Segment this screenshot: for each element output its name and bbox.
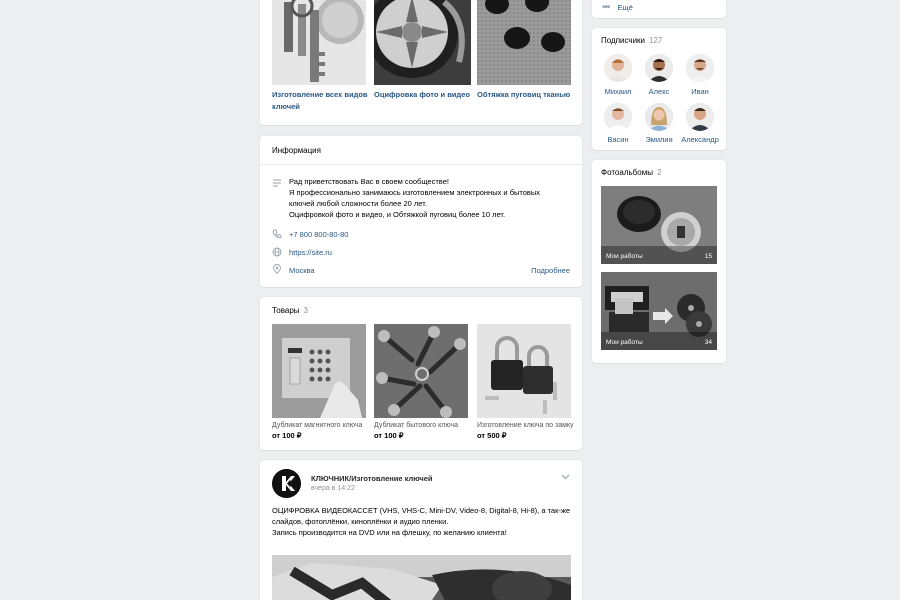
album-cover[interactable]: Мои работы 15 — [601, 186, 717, 264]
services-card: Изготовление всех видов ключей Оцифровка… — [260, 0, 582, 125]
more-menu-item[interactable]: ••• Ещё — [602, 1, 633, 13]
subscriber-name[interactable]: Васин — [598, 135, 638, 144]
description-icon — [272, 178, 282, 188]
phone-icon — [272, 229, 282, 239]
post-text: ОЦИФРОВКА ВИДЕОКАССЕТ (VHS, VHS-C, Mini-… — [272, 505, 577, 538]
service-label[interactable]: Изготовление всех видов ключей — [272, 89, 372, 113]
city-link[interactable]: Москва — [289, 266, 315, 275]
product-price: от 500 ₽ — [477, 431, 507, 440]
post-text-line: слайдов, фотоплёнки, киноплёнки и аудио … — [272, 517, 449, 526]
community-avatar[interactable] — [272, 469, 301, 498]
product-photo-keys[interactable] — [374, 324, 468, 418]
goods-title: Товары — [272, 306, 300, 315]
goods-header[interactable]: Товары 3 — [272, 306, 308, 315]
service-photo-keys[interactable] — [272, 0, 366, 85]
albums-header[interactable]: Фотоальбомы 2 — [601, 168, 661, 177]
post-card: КЛЮЧНИК/Изготовление ключей вчера в 14:2… — [260, 460, 582, 600]
post-time[interactable]: вчера в 14:22 — [311, 485, 355, 492]
phone-link[interactable]: +7 800 800-80-80 — [289, 230, 348, 239]
albums-card: Фотоальбомы 2 Мои работы 15 Мои работы 3… — [592, 160, 726, 363]
chevron-down-icon[interactable] — [561, 474, 570, 480]
post-text-line: ОЦИФРОВКА ВИДЕОКАССЕТ (VHS, VHS-C, Mini-… — [272, 506, 571, 515]
subscribers-count: 127 — [649, 36, 663, 45]
product-name[interactable]: Изготовление ключа по замку — [477, 422, 574, 429]
album-cover[interactable]: Мои работы 34 — [601, 272, 717, 350]
subscribers-title: Подписчики — [601, 36, 646, 45]
description-line: ключей любой сложности более 20 лет. — [289, 199, 427, 208]
service-label[interactable]: Оцифровка фото и видео — [374, 89, 474, 101]
subscribers-card: Подписчики 127 Михаил Алекс Иван Васин Эм… — [592, 28, 726, 150]
description-line: Рад приветствовать Вас в своем сообществ… — [289, 177, 449, 186]
avatar[interactable] — [686, 54, 714, 82]
avatar[interactable] — [645, 103, 673, 131]
album-name: Мои работы — [606, 253, 643, 260]
service-photo-buttons[interactable] — [477, 0, 571, 85]
info-title: Информация — [272, 146, 321, 155]
product-price: от 100 ₽ — [272, 431, 302, 440]
product-price: от 100 ₽ — [374, 431, 404, 440]
service-photo-wheel[interactable] — [374, 0, 471, 85]
site-link[interactable]: https://site.ru — [289, 248, 332, 257]
albums-count: 2 — [656, 168, 662, 177]
avatar[interactable] — [604, 54, 632, 82]
goods-count: 3 — [303, 306, 308, 315]
goods-card: Товары 3 Дубликат магнитного ключа от 100… — [260, 297, 582, 450]
album-name: Мои работы — [606, 339, 643, 346]
product-photo-intercom[interactable] — [272, 324, 366, 418]
info-description: Рад приветствовать Вас в своем сообществ… — [289, 176, 574, 220]
menu-card: ••• Ещё — [592, 0, 726, 18]
more-link[interactable]: Подробнее — [531, 266, 570, 275]
avatar[interactable] — [604, 103, 632, 131]
subscriber-name[interactable]: Алекс — [639, 87, 679, 96]
album-count: 34 — [704, 339, 712, 346]
subscriber-name[interactable]: Михаил — [598, 87, 638, 96]
post-author[interactable]: КЛЮЧНИК/Изготовление ключей — [311, 474, 433, 483]
album-count: 15 — [704, 253, 712, 260]
description-line: Оцифровкой фото и видео, и Обтяжкой пуго… — [289, 210, 506, 219]
product-name[interactable]: Дубликат бытового ключа — [374, 422, 458, 429]
more-label: Ещё — [617, 2, 633, 12]
post-photo[interactable] — [272, 555, 571, 600]
service-label[interactable]: Обтяжка пуговиц тканью — [477, 89, 577, 101]
subscriber-name[interactable]: Эмилия — [639, 135, 679, 144]
avatar[interactable] — [645, 54, 673, 82]
info-card: Информация Рад приветствовать Вас в свое… — [260, 136, 582, 287]
globe-icon — [272, 247, 282, 257]
location-icon — [272, 264, 282, 274]
description-line: Я профессионально занимаюсь изготовление… — [289, 188, 541, 197]
subscribers-header[interactable]: Подписчики 127 — [601, 36, 662, 45]
subscriber-name[interactable]: Александр — [678, 135, 722, 144]
avatar[interactable] — [686, 103, 714, 131]
divider — [260, 164, 582, 165]
dots-icon: ••• — [602, 1, 610, 13]
product-name[interactable]: Дубликат магнитного ключа — [272, 422, 362, 429]
subscriber-name[interactable]: Иван — [680, 87, 720, 96]
product-photo-padlocks[interactable] — [477, 324, 571, 418]
post-text-line: Запись производится на DVD или на флешку… — [272, 528, 507, 537]
albums-title: Фотоальбомы — [601, 168, 653, 177]
